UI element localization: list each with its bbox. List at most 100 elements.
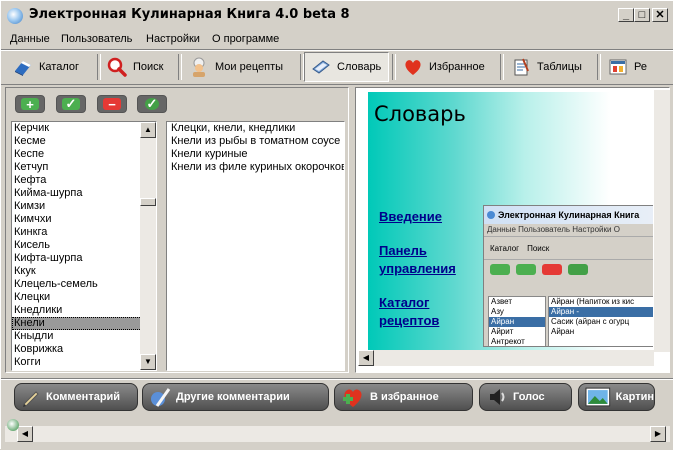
tab-search-label: Поиск [133, 61, 164, 73]
tab-search[interactable]: Поиск [101, 52, 175, 82]
link-line: Панель [379, 243, 427, 258]
scroll-left-button[interactable]: ◀ [358, 350, 374, 366]
tab-favorites[interactable]: Избранное [397, 52, 497, 82]
preview-title: Электронная Кулинарная Книга [484, 206, 653, 224]
title-bar[interactable]: Электронная Кулинарная Книга 4.0 beta 8 … [1, 1, 673, 31]
check-icon: ✓ [62, 96, 80, 111]
term-list-scrollbar[interactable]: ▲ ▼ [140, 122, 156, 370]
list-item[interactable]: Клецель-семель [12, 278, 156, 291]
tab-favorites-label: Избранное [429, 61, 485, 73]
tab-recipes[interactable]: Ре [602, 52, 662, 82]
scroll-down-button[interactable]: ▼ [140, 354, 156, 370]
viewer-vertical-scrollbar[interactable] [654, 90, 670, 352]
add-to-favorites-button[interactable]: В избранное [334, 383, 473, 411]
preview-recipe: Айран (Напиток из кис [551, 297, 635, 306]
action-bar: Комментарий Другие комментарии В избранн… [1, 378, 673, 415]
minimize-button[interactable]: _ [618, 8, 634, 22]
toolbar-separator [597, 54, 601, 80]
other-comments-button-label: Другие комментарии [176, 391, 290, 403]
tab-tables[interactable]: Таблицы [505, 52, 593, 82]
vote-button-label: Голос [513, 391, 545, 403]
toolbar-separator [178, 54, 182, 80]
dictionary-viewer[interactable]: Словарь Введение Панель управления Катало… [368, 92, 653, 353]
list-item[interactable]: Клецки [12, 291, 156, 304]
menu-about[interactable]: О программе [212, 33, 279, 45]
other-comments-button[interactable]: Другие комментарии [142, 383, 329, 411]
list-item[interactable]: Кнели куриные [167, 148, 344, 161]
preview-term: Азвет [491, 297, 513, 306]
maximize-button[interactable]: □ [634, 8, 650, 22]
link-recipe-catalog[interactable]: Каталог рецептов [379, 294, 439, 330]
list-item[interactable]: Кифта-шурпа [12, 252, 156, 265]
remove-button[interactable]: − [97, 95, 127, 113]
plus-icon: + [21, 97, 39, 112]
list-item[interactable]: Кнели из филе куриных окорочков [167, 161, 344, 174]
approve-button[interactable]: ✓ [137, 95, 167, 113]
add-to-favorites-label: В избранное [370, 391, 439, 403]
list-item[interactable]: Коврижка [12, 343, 156, 356]
picture-icon [585, 387, 611, 407]
term-list[interactable]: Керчик Кесме Кеспе Кетчуп Кефта Кийма-шурпа Ки… [11, 121, 157, 371]
preview-recipe: Айран [551, 327, 575, 336]
feather-icon [151, 388, 171, 407]
list-item[interactable]: Кетчуп [12, 161, 156, 174]
comment-button-label: Комментарий [46, 391, 121, 403]
scroll-up-button[interactable]: ▲ [140, 122, 156, 138]
menu-user[interactable]: Пользователь [61, 33, 132, 45]
list-item[interactable]: Кныдли [12, 330, 156, 343]
list-item[interactable]: Когги [12, 356, 156, 369]
menu-settings[interactable]: Настройки [146, 33, 200, 45]
preview-check-icon [516, 264, 536, 275]
link-line: управления [379, 261, 456, 276]
list-item[interactable]: Кисель [12, 239, 156, 252]
check-circle-icon: ✓ [145, 96, 159, 111]
tab-dictionary-label: Словарь [337, 61, 382, 73]
bottom-horizontal-scrollbar[interactable]: ◀ ▶ [5, 426, 670, 442]
tab-catalog-label: Каталог [39, 61, 79, 73]
vote-button[interactable]: Голос [479, 383, 572, 411]
comment-button[interactable]: Комментарий [14, 383, 138, 411]
list-item[interactable]: Кимзи [12, 200, 156, 213]
tab-recipes-label: Ре [634, 61, 647, 73]
close-button[interactable]: ✕ [652, 8, 668, 22]
chef-icon [193, 57, 205, 77]
link-introduction[interactable]: Введение [379, 208, 442, 226]
tab-catalog[interactable]: Каталог [7, 52, 97, 82]
menu-data[interactable]: Данные [10, 33, 50, 45]
add-button[interactable]: + [15, 95, 45, 113]
tab-my-recipes[interactable]: Мои рецепты [183, 52, 297, 82]
list-item[interactable]: Кийма-шурпа [12, 187, 156, 200]
app-window: Электронная Кулинарная Книга 4.0 beta 8 … [0, 0, 673, 449]
list-item[interactable]: Кесме [12, 135, 156, 148]
scroll-right-button[interactable]: ▶ [650, 426, 666, 442]
tab-dictionary[interactable]: Словарь [304, 52, 389, 82]
scroll-thumb[interactable] [140, 198, 156, 206]
list-item[interactable]: Кнели из рыбы в томатном соусе [167, 135, 344, 148]
list-item[interactable]: Кинкга [12, 226, 156, 239]
preview-tab: Каталог [490, 243, 520, 253]
list-item[interactable]: Кимчхи [12, 213, 156, 226]
preview-tab: Поиск [527, 243, 550, 253]
scroll-left-button[interactable]: ◀ [17, 426, 33, 442]
preview-term: Айрит [491, 327, 514, 336]
link-control-panel[interactable]: Панель управления [379, 242, 456, 278]
list-item[interactable]: Клецки, кнели, кнедлики [167, 122, 344, 135]
pictures-button[interactable]: Картин [578, 383, 655, 411]
list-item[interactable]: Кефта [12, 174, 156, 187]
confirm-button[interactable]: ✓ [56, 95, 86, 113]
main-toolbar: Каталог Поиск Мои рецепты Словарь Избран… [1, 49, 673, 85]
preview-recipe-list: Айран (Напиток из кис Айран - Сасик (айр… [548, 296, 653, 346]
page-title: Словарь [374, 102, 466, 126]
list-item-selected[interactable]: Кнели [12, 317, 156, 330]
recipe-list[interactable]: Клецки, кнели, кнедлики Кнели из рыбы в … [166, 121, 345, 371]
list-item[interactable]: Кнедлики [12, 304, 156, 317]
preview-term-selected: Айран [489, 317, 545, 327]
recipe-icon [609, 59, 627, 75]
preview-recipe-selected: Айран - [549, 307, 653, 317]
list-item[interactable]: Керчик [12, 122, 156, 135]
app-icon [7, 8, 23, 24]
list-item[interactable]: Ккук [12, 265, 156, 278]
viewer-horizontal-scrollbar[interactable]: ◀ [358, 350, 654, 366]
preview-buttons [484, 260, 653, 279]
list-item[interactable]: Кеспе [12, 148, 156, 161]
